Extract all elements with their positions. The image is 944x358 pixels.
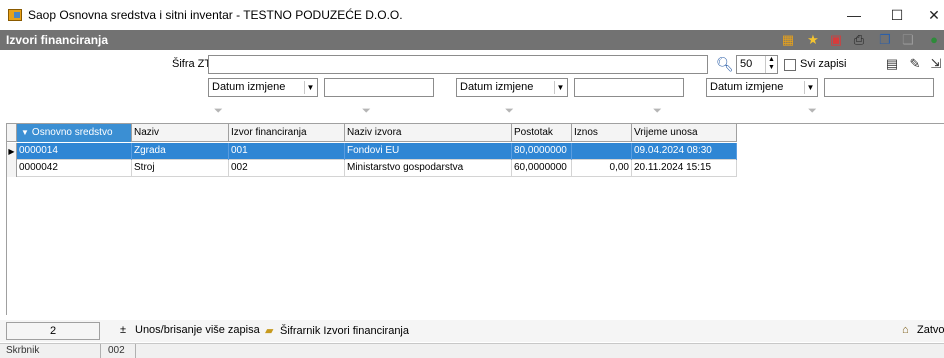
date-filter-combo-2[interactable]: Datum izmjene ▼ [456, 78, 568, 97]
cell-naziv-izvora[interactable]: Fondovi EU [345, 143, 512, 160]
paste-icon[interactable]: ❏ [900, 32, 916, 48]
cell-postotak[interactable]: 80,0000000 [512, 143, 572, 160]
table-row[interactable]: 0000042 Stroj 002 Ministarstvo gospodars… [7, 160, 737, 177]
maximize-button[interactable]: ☐ [885, 4, 909, 26]
status-divider [100, 344, 101, 358]
layout-icon[interactable]: ▦ [780, 32, 796, 48]
status-user-label: Skrbnik [6, 345, 40, 356]
cell-naziv-izvora[interactable]: Ministarstvo gospodarstva [345, 160, 512, 177]
cell-vrijeme-unosa[interactable]: 20.11.2024 15:15 [632, 160, 737, 177]
column-header-izvor-financiranja[interactable]: Izvor financiranja [229, 124, 345, 142]
status-divider [135, 344, 136, 358]
record-count: 2 [6, 322, 100, 340]
pdf-export-icon[interactable]: ▣ [828, 32, 844, 48]
filter-funnel-icon[interactable]: ⏷ [362, 104, 374, 118]
chevron-down-icon[interactable]: ▼ [304, 81, 316, 94]
column-header-osnovno-sredstvo[interactable]: ▼ Osnovno sredstvo [17, 124, 132, 142]
row-indicator-header [7, 124, 17, 142]
date-filter-combo-3[interactable]: Datum izmjene ▼ [706, 78, 818, 97]
close-form-label: Zatvo [917, 324, 944, 336]
column-header-postotak[interactable]: Postotak [512, 124, 572, 142]
table-row[interactable]: ▶ 0000014 Zgrada 001 Fondovi EU 80,00000… [7, 143, 737, 160]
chevron-down-icon[interactable]: ▼ [804, 81, 816, 94]
row-indicator [7, 160, 17, 177]
title-bar: Saop Osnovna sredstva i sitni inventar -… [0, 0, 944, 30]
sifra-input[interactable] [208, 55, 708, 74]
current-row-arrow-icon: ▶ [7, 143, 17, 160]
close-button[interactable]: ✕ [922, 4, 944, 26]
plus-minus-icon: ± [120, 324, 127, 336]
date-filter-input-1[interactable] [324, 78, 434, 97]
refresh-icon[interactable]: ● [926, 32, 942, 48]
filter-funnel-icon[interactable]: ⏷ [653, 104, 665, 118]
cell-iznos[interactable]: 0,00 [572, 160, 632, 177]
column-header-naziv[interactable]: Naziv [132, 124, 229, 142]
cell-osnovno-sredstvo[interactable]: 0000014 [17, 143, 132, 160]
multi-entry-label: Unos/brisanje više zapisa [135, 324, 260, 336]
sifrarnik-button[interactable]: ▰ Šifrarnik Izvori financiranja [265, 324, 409, 337]
chevron-down-icon[interactable]: ▼ [554, 81, 566, 94]
module-header: Izvori financiranja ▦ ★ ▣ ⎙ ❐ ❏ ● [0, 30, 944, 50]
multi-entry-button[interactable]: ± Unos/brisanje više zapisa [120, 324, 260, 336]
column-header-label: Osnovno sredstvo [31, 127, 113, 138]
print-icon[interactable]: ⎙ [851, 32, 867, 48]
cell-naziv[interactable]: Stroj [132, 160, 229, 177]
sort-desc-icon: ▼ [21, 128, 29, 137]
stepper-arrows-icon[interactable]: ▲ ▼ [765, 56, 777, 73]
date-filter-combo-3-value: Datum izmjene [710, 81, 784, 93]
cell-postotak[interactable]: 60,0000000 [512, 160, 572, 177]
filter-funnel-icon[interactable]: ⏷ [808, 104, 820, 118]
minimize-button[interactable]: — [842, 4, 866, 26]
record-limit-value: 50 [740, 58, 753, 70]
sifra-label: Šifra ZT [172, 58, 212, 70]
cell-naziv[interactable]: Zgrada [132, 143, 229, 160]
close-form-button[interactable]: ⌂ Zatvo [902, 324, 944, 336]
status-code: 002 [108, 345, 125, 356]
cell-izvor-financiranja[interactable]: 001 [229, 143, 345, 160]
status-bar: Skrbnik 002 [0, 343, 944, 358]
date-filter-combo-2-value: Datum izmjene [460, 81, 534, 93]
edit-document-icon[interactable]: ✎ [907, 56, 923, 72]
app-logo-icon [8, 9, 22, 21]
copy-icon[interactable]: ❐ [877, 32, 893, 48]
svi-zapisi-label: Svi zapisi [800, 58, 847, 70]
record-limit-stepper[interactable]: 50 ▲ ▼ [736, 55, 778, 74]
data-grid: ▼ Osnovno sredstvo Naziv Izvor financiran… [6, 123, 944, 315]
cell-iznos[interactable] [572, 143, 632, 160]
search-icon[interactable]: 🔍︎ [716, 56, 734, 73]
column-header-vrijeme-unosa[interactable]: Vrijeme unosa [632, 124, 737, 142]
sifrarnik-label: Šifrarnik Izvori financiranja [280, 325, 409, 337]
exit-door-icon: ⌂ [902, 324, 909, 336]
module-title: Izvori financiranja [6, 33, 109, 47]
bottom-toolbar: 2 ± Unos/brisanje više zapisa ▰ Šifrarnik … [0, 320, 944, 342]
export-icon[interactable]: ⇲ [928, 56, 944, 72]
filter-funnel-icon[interactable]: ⏷ [214, 104, 226, 118]
svi-zapisi-checkbox[interactable] [784, 59, 796, 71]
favorite-star-icon[interactable]: ★ [805, 32, 821, 48]
date-filter-input-3[interactable] [824, 78, 934, 97]
date-filter-input-2[interactable] [574, 78, 684, 97]
cell-izvor-financiranja[interactable]: 002 [229, 160, 345, 177]
window-title: Saop Osnovna sredstva i sitni inventar -… [28, 8, 403, 22]
column-header-iznos[interactable]: Iznos [572, 124, 632, 142]
date-filter-combo-1[interactable]: Datum izmjene ▼ [208, 78, 318, 97]
cell-vrijeme-unosa[interactable]: 09.04.2024 08:30 [632, 143, 737, 160]
column-header-naziv-izvora[interactable]: Naziv izvora [345, 124, 512, 142]
folder-icon: ▰ [265, 325, 274, 337]
date-filter-combo-1-value: Datum izmjene [212, 81, 286, 93]
grid-header: ▼ Osnovno sredstvo Naziv Izvor financiran… [7, 124, 737, 142]
document-icon[interactable]: ▤ [884, 56, 900, 72]
filter-funnel-icon[interactable]: ⏷ [505, 104, 517, 118]
cell-osnovno-sredstvo[interactable]: 0000042 [17, 160, 132, 177]
